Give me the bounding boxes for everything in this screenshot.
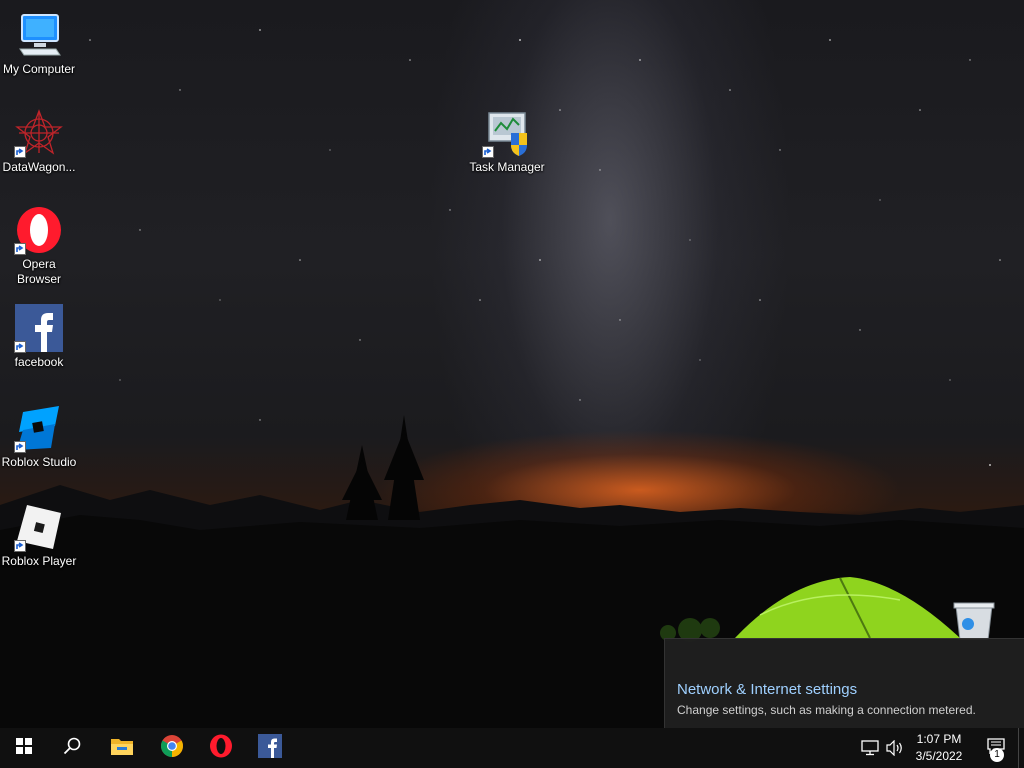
desktop-icon-opera-browser[interactable]: Opera Browser — [0, 205, 78, 287]
desktop-icon-roblox-player[interactable]: Roblox Player — [0, 502, 78, 569]
shortcut-arrow-icon — [14, 341, 26, 353]
toast-subtitle: Change settings, such as making a connec… — [677, 703, 976, 717]
desktop-icon-label: facebook — [14, 355, 64, 369]
datawagon-icon — [14, 108, 64, 158]
desktop-icon-my-computer[interactable]: My Computer — [0, 10, 78, 77]
shortcut-arrow-icon — [14, 146, 26, 158]
taskbar-facebook[interactable] — [246, 728, 294, 768]
desktop-icon-roblox-studio[interactable]: Roblox Studio — [0, 403, 78, 470]
opera-icon — [14, 205, 64, 255]
desktop-icon-datawagon[interactable]: DataWagon... — [0, 108, 78, 175]
clock-time: 1:07 PM — [916, 732, 962, 746]
facebook-icon — [14, 303, 64, 353]
desktop-icon-label: DataWagon... — [2, 160, 76, 174]
task-manager-icon — [482, 108, 532, 158]
taskbar-clock[interactable]: 1:07 PM 3/5/2022 — [908, 731, 970, 765]
shortcut-arrow-icon — [14, 441, 26, 453]
start-icon — [16, 738, 32, 758]
desktop-icon-task-manager[interactable]: Task Manager — [468, 108, 546, 175]
desktop-icon-facebook[interactable]: facebook — [0, 303, 78, 370]
shortcut-arrow-icon — [14, 540, 26, 552]
notification-count-badge: 1 — [990, 748, 1004, 762]
desktop-icon-label: Roblox Player — [1, 554, 77, 568]
roblox-player-icon — [14, 502, 64, 552]
opera-icon — [209, 734, 233, 762]
taskbar-opera[interactable] — [197, 728, 245, 768]
clock-date: 3/5/2022 — [915, 749, 963, 763]
taskbar-chrome[interactable] — [148, 728, 196, 768]
taskbar: 1:07 PM 3/5/2022 1 — [0, 728, 1024, 768]
volume-icon[interactable] — [886, 739, 904, 757]
desktop-icon-label: My Computer — [2, 62, 76, 76]
computer-icon — [14, 10, 64, 60]
search-button[interactable] — [48, 728, 96, 768]
shortcut-arrow-icon — [14, 243, 26, 255]
network-icon[interactable] — [861, 740, 879, 756]
desktop-icon-label: Task Manager — [469, 160, 545, 174]
file-explorer-icon — [110, 736, 134, 760]
chrome-icon — [160, 734, 184, 762]
facebook-icon — [258, 734, 282, 762]
show-desktop-button[interactable] — [1018, 728, 1024, 768]
network-settings-toast[interactable]: Network & Internet settings Change setti… — [664, 638, 1024, 728]
toast-title[interactable]: Network & Internet settings — [677, 681, 857, 698]
roblox-studio-icon — [14, 403, 64, 453]
shortcut-arrow-icon — [482, 146, 494, 158]
recycle-bin-icon[interactable] — [952, 600, 996, 641]
search-icon — [63, 737, 81, 759]
desktop-icon-label: Opera Browser — [16, 257, 61, 286]
start-button[interactable] — [0, 728, 48, 768]
desktop-icon-label: Roblox Studio — [1, 455, 77, 469]
taskbar-file-explorer[interactable] — [98, 728, 146, 768]
